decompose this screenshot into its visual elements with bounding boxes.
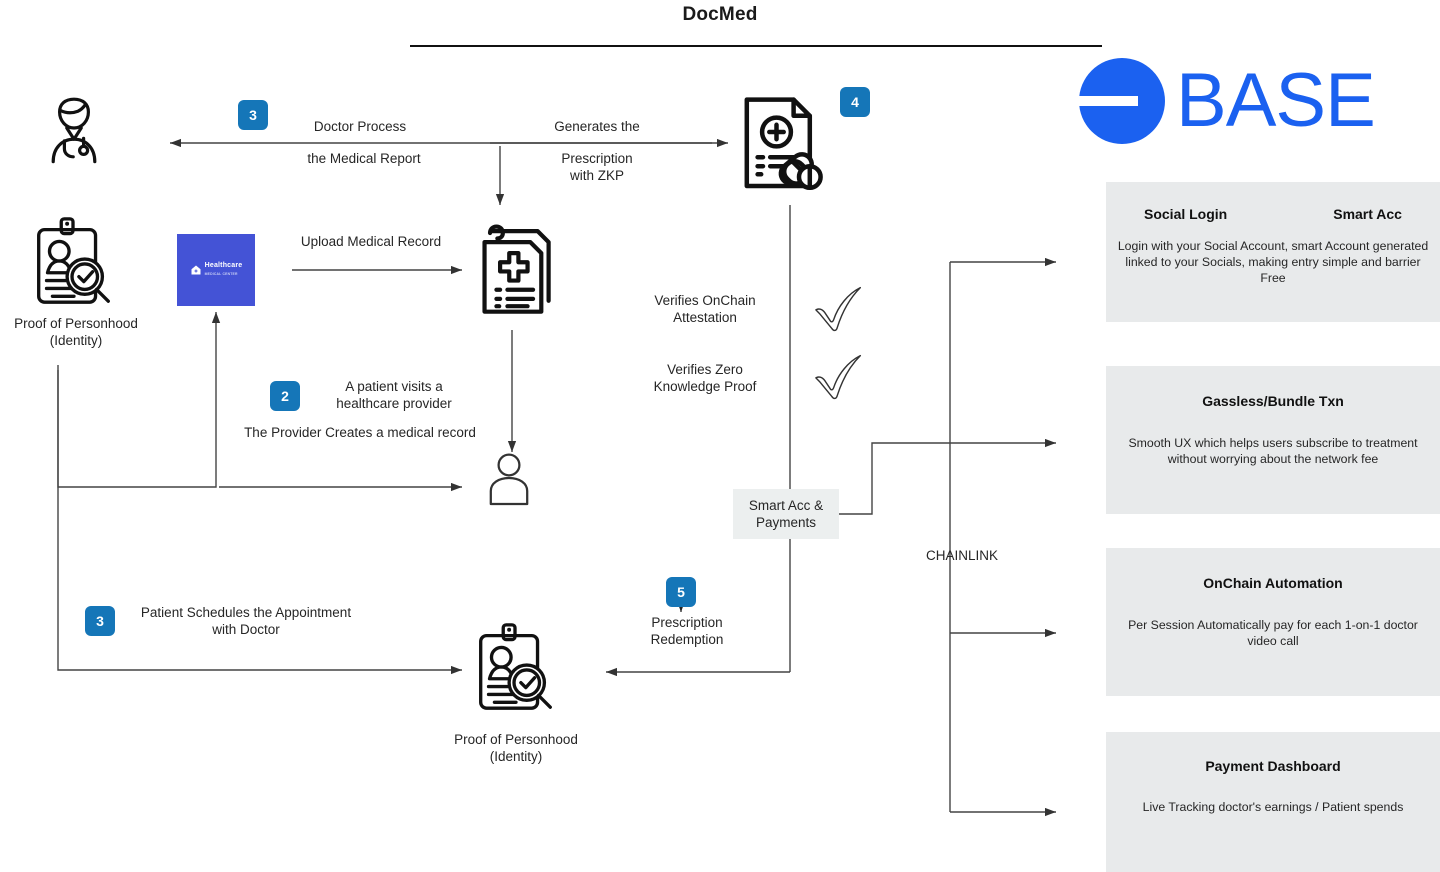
edge-label-provider-creates: The Provider Creates a medical record bbox=[244, 425, 476, 440]
healthcare-tile-label: Healthcare MEDICAL CENTER bbox=[204, 262, 243, 276]
step-badge-2-patient: 2 bbox=[270, 381, 300, 411]
proof-of-personhood-icon-top bbox=[24, 212, 122, 310]
edge-label-doctor-process-line2: the Medical Report bbox=[307, 151, 421, 166]
healthcare-tile-subtitle: MEDICAL CENTER bbox=[204, 272, 238, 276]
doctor-icon bbox=[34, 88, 114, 168]
edge-label-chainlink: CHAINLINK bbox=[926, 548, 999, 563]
panel-social-login-title-right: Smart Acc bbox=[1333, 206, 1402, 222]
edge-label-generates: Generates the bbox=[554, 119, 640, 134]
step-badge-3-doctor: 3 bbox=[238, 100, 268, 130]
panel-payment-dashboard[interactable]: Payment Dashboard Live Tracking doctor's… bbox=[1106, 732, 1440, 872]
panel-gassless-body: Smooth UX which helps users subscribe to… bbox=[1128, 436, 1418, 466]
panel-payment-body: Live Tracking doctor's earnings / Patien… bbox=[1142, 800, 1404, 814]
panel-onchain-body: Per Session Automatically pay for each 1… bbox=[1128, 618, 1418, 648]
edge-label-verify-attestation: Verifies OnChain Attestation bbox=[654, 293, 756, 325]
base-logo: BASE bbox=[1076, 57, 1426, 144]
panel-social-login-title-left: Social Login bbox=[1144, 206, 1228, 222]
proof-of-personhood-icon-bottom bbox=[466, 618, 564, 716]
smart-acc-payments-label: Smart Acc & Payments bbox=[748, 498, 824, 530]
edge-label-doctor-process: Doctor Process bbox=[313, 119, 407, 134]
edge-label-patient-visits: A patient visits a healthcare provider bbox=[336, 379, 452, 411]
panel-social-login[interactable]: Social Login Smart Acc Login with your S… bbox=[1106, 182, 1440, 322]
check-mark-attestation-icon bbox=[812, 285, 866, 333]
healthcare-provider-tile[interactable]: Healthcare MEDICAL CENTER bbox=[177, 234, 255, 306]
step-badge-5-redemption: 5 bbox=[666, 577, 696, 607]
panel-onchain-title: OnChain Automation bbox=[1203, 575, 1343, 591]
smart-acc-payments-node[interactable]: Smart Acc & Payments bbox=[733, 489, 839, 539]
prescription-with-zkp-icon bbox=[736, 90, 826, 192]
panel-payment-title: Payment Dashboard bbox=[1205, 758, 1341, 774]
home-icon bbox=[191, 265, 201, 275]
panel-social-login-body: Login with your Social Account, smart Ac… bbox=[1117, 239, 1429, 285]
check-mark-zkp-icon bbox=[812, 353, 866, 401]
edge-label-verify-zkp: Verifies Zero Knowledge Proof bbox=[653, 362, 757, 394]
medical-record-icon bbox=[466, 222, 558, 330]
base-wordmark: BASE bbox=[1176, 57, 1376, 143]
edge-label-upload-medical-record: Upload Medical Record bbox=[300, 234, 442, 249]
panel-gassless-title: Gassless/Bundle Txn bbox=[1202, 393, 1344, 409]
edge-label-schedules-appointment: Patient Schedules the Appointment with D… bbox=[140, 605, 352, 637]
patient-person-icon bbox=[483, 450, 535, 506]
identity-top-label: Proof of Personhood (Identity) bbox=[14, 316, 138, 348]
base-mark-icon bbox=[1076, 57, 1165, 144]
edge-label-generates-line2: Prescription with ZKP bbox=[561, 151, 633, 183]
edge-label-prescription-redemption: Prescription Redemption bbox=[650, 615, 724, 647]
step-badge-3-schedule: 3 bbox=[85, 606, 115, 636]
panel-onchain-automation[interactable]: OnChain Automation Per Session Automatic… bbox=[1106, 548, 1440, 696]
step-badge-4-prescription: 4 bbox=[840, 87, 870, 117]
panel-gassless-bundle-txn[interactable]: Gassless/Bundle Txn Smooth UX which help… bbox=[1106, 366, 1440, 514]
identity-bottom-label: Proof of Personhood (Identity) bbox=[454, 732, 578, 764]
